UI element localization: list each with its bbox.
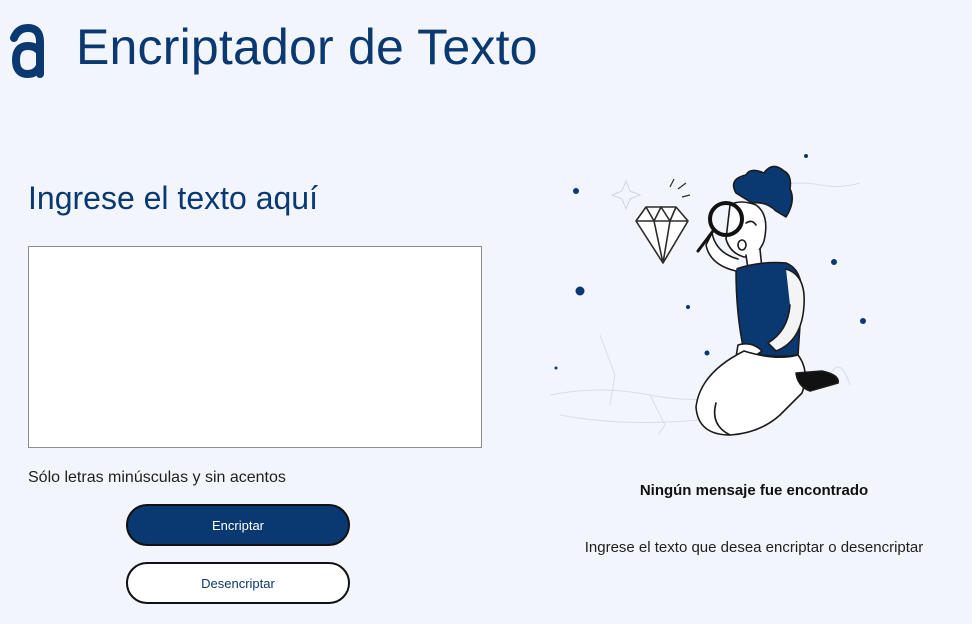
empty-state-description: Ingrese el texto que desea encriptar o d… [584,539,924,556]
input-heading: Ingrese el texto aquí [28,180,318,216]
app-title: Encriptador de Texto [76,19,538,75]
person-with-magnifying-glass-and-diamond-illustration [549,154,866,436]
input-hint: Sólo letras minúsculas y sin acentos [28,469,286,486]
app-header: Encriptador de Texto [10,12,610,79]
alura-a-logo-icon [10,23,44,79]
decrypt-button[interactable]: Desencriptar [126,562,350,604]
empty-state-title: Ningún mensaje fue encontrado [639,482,869,499]
text-input[interactable] [28,246,482,448]
encrypt-button[interactable]: Encriptar [126,504,350,546]
